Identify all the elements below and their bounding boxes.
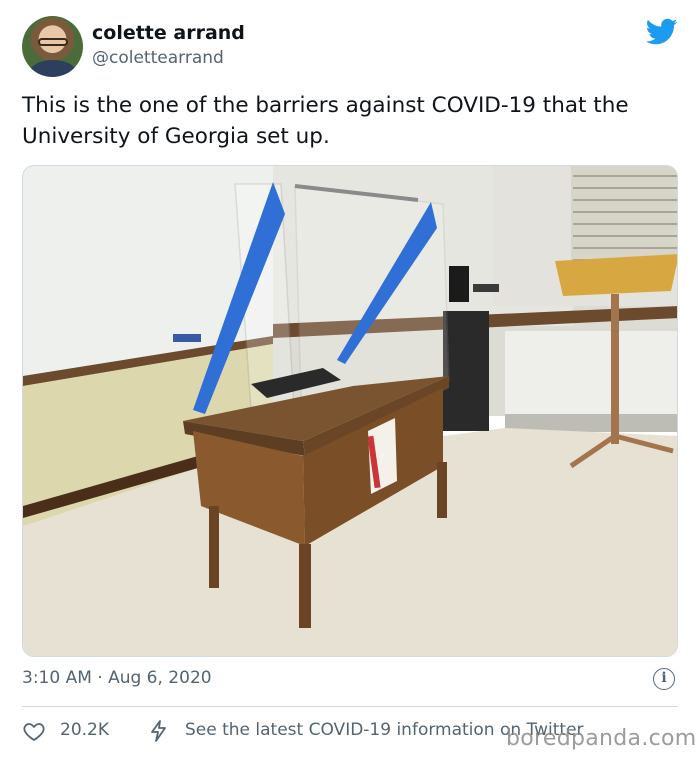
author-handle[interactable]: @colettearrand bbox=[92, 48, 224, 68]
lightning-icon[interactable] bbox=[148, 719, 170, 743]
avatar[interactable] bbox=[22, 16, 83, 77]
classroom-photo-illustration bbox=[23, 166, 677, 656]
divider bbox=[22, 706, 678, 707]
tweet-text: This is the one of the barriers against … bbox=[22, 93, 629, 149]
info-icon[interactable]: i bbox=[653, 668, 675, 690]
boredpanda-watermark: boredpanda.com bbox=[506, 726, 697, 751]
author-name[interactable]: colette arrand bbox=[92, 22, 245, 44]
shirt-detail bbox=[30, 60, 76, 77]
tweet-photo[interactable] bbox=[22, 165, 678, 657]
tweet-timestamp[interactable]: 3:10 AM · Aug 6, 2020 bbox=[22, 668, 212, 688]
glasses-detail bbox=[38, 38, 68, 46]
heart-icon[interactable] bbox=[22, 719, 46, 743]
like-count[interactable]: 20.2K bbox=[60, 720, 109, 740]
twitter-bird-icon[interactable] bbox=[646, 18, 678, 46]
